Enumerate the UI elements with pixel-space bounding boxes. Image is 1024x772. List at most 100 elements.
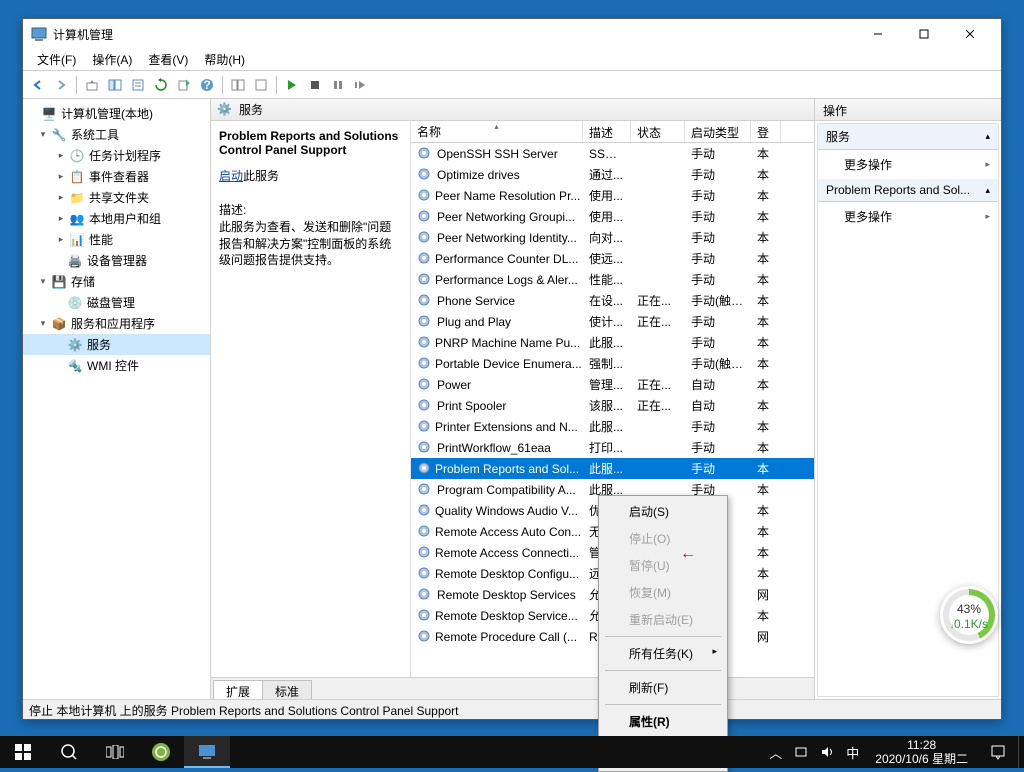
- ctx-start[interactable]: 启动(S): [601, 498, 725, 525]
- back-button[interactable]: [27, 74, 49, 96]
- chevron-right-icon: ▸: [985, 159, 990, 170]
- action-more-1[interactable]: 更多操作▸: [818, 150, 998, 179]
- ctx-alltasks[interactable]: 所有任务(K)▸: [601, 640, 725, 667]
- col-state[interactable]: 状态: [631, 121, 685, 142]
- service-row[interactable]: Problem Reports and Sol...此服...手动本: [411, 458, 814, 479]
- service-row[interactable]: Print Spooler该服...正在...自动本: [411, 395, 814, 416]
- taskbar-clock[interactable]: 11:28 2020/10/6 星期二: [865, 738, 978, 767]
- tray-chevron-up-icon[interactable]: ︿: [763, 736, 788, 768]
- show-desktop-button[interactable]: [1018, 736, 1024, 768]
- tree-performance[interactable]: ▸📊性能: [23, 229, 210, 250]
- action-more-2[interactable]: 更多操作▸: [818, 202, 998, 231]
- forward-button[interactable]: [50, 74, 72, 96]
- action-center-button[interactable]: [978, 736, 1018, 768]
- tray-volume-icon[interactable]: [814, 736, 840, 768]
- show-hide-tree-button[interactable]: [104, 74, 126, 96]
- col-name[interactable]: 名称▴: [411, 121, 583, 142]
- collapse-icon[interactable]: ▾: [37, 318, 49, 330]
- tree-root[interactable]: 🖥️计算机管理(本地): [23, 103, 210, 124]
- refresh-button[interactable]: [150, 74, 172, 96]
- service-row[interactable]: Phone Service在设...正在...手动(触发...本: [411, 290, 814, 311]
- service-row[interactable]: Peer Networking Groupi...使用...手动本: [411, 206, 814, 227]
- start-button[interactable]: [0, 736, 46, 768]
- collapse-icon[interactable]: ▾: [37, 129, 49, 141]
- service-row[interactable]: PNRP Machine Name Pu...此服...手动本: [411, 332, 814, 353]
- service-row[interactable]: OpenSSH SSH ServerSSH ...手动本: [411, 143, 814, 164]
- tree-shared-folders[interactable]: ▸📁共享文件夹: [23, 187, 210, 208]
- menu-help[interactable]: 帮助(H): [196, 49, 253, 70]
- action-group-selected[interactable]: Problem Reports and Sol...▴: [818, 179, 998, 202]
- ctx-properties[interactable]: 属性(R): [601, 708, 725, 735]
- service-row[interactable]: Peer Name Resolution Pr...使用...手动本: [411, 185, 814, 206]
- ctx-refresh[interactable]: 刷新(F): [601, 674, 725, 701]
- context-menu: 启动(S) 停止(O) 暂停(U) 恢复(M) 重新启动(E) 所有任务(K)▸…: [598, 495, 728, 772]
- menu-action[interactable]: 操作(A): [84, 49, 140, 70]
- system-tray: ︿ 中 11:28 2020/10/6 星期二: [763, 736, 1024, 768]
- search-button[interactable]: [46, 736, 92, 768]
- task-mmc[interactable]: [184, 736, 230, 768]
- view-standard-button[interactable]: [250, 74, 272, 96]
- close-button[interactable]: [947, 19, 993, 49]
- tray-ime[interactable]: 中: [840, 736, 865, 768]
- gear-icon: [417, 167, 433, 183]
- col-logon[interactable]: 登: [751, 121, 781, 142]
- gear-icon: [417, 545, 431, 561]
- start-service-button[interactable]: [281, 74, 303, 96]
- service-row[interactable]: PrintWorkflow_61eaa打印...手动本: [411, 437, 814, 458]
- restart-service-button[interactable]: [350, 74, 372, 96]
- expand-icon[interactable]: ▸: [55, 234, 67, 246]
- export-button[interactable]: [173, 74, 195, 96]
- menu-view[interactable]: 查看(V): [140, 49, 196, 70]
- tab-extended[interactable]: 扩展: [213, 680, 263, 699]
- pause-service-button[interactable]: [327, 74, 349, 96]
- help-button[interactable]: ?: [196, 74, 218, 96]
- tree-disk-mgmt[interactable]: 💿磁盘管理: [23, 292, 210, 313]
- tree-system-tools[interactable]: ▾🔧系统工具: [23, 124, 210, 145]
- service-row[interactable]: Power管理...正在...自动本: [411, 374, 814, 395]
- col-desc[interactable]: 描述: [583, 121, 631, 142]
- tab-standard[interactable]: 标准: [262, 680, 312, 699]
- tree-panel[interactable]: 🖥️计算机管理(本地) ▾🔧系统工具 ▸🕒任务计划程序 ▸📋事件查看器 ▸📁共享…: [23, 99, 211, 699]
- event-icon: 📋: [69, 169, 85, 185]
- tray-network-icon[interactable]: [788, 736, 814, 768]
- expand-icon[interactable]: ▸: [55, 213, 67, 225]
- tree-event-viewer[interactable]: ▸📋事件查看器: [23, 166, 210, 187]
- up-button[interactable]: [81, 74, 103, 96]
- service-row[interactable]: Portable Device Enumera...强制...手动(触发...本: [411, 353, 814, 374]
- tree-storage[interactable]: ▾💾存储: [23, 271, 210, 292]
- tree-wmi[interactable]: 🔩WMI 控件: [23, 355, 210, 376]
- minimize-button[interactable]: [855, 19, 901, 49]
- maximize-button[interactable]: [901, 19, 947, 49]
- toolbar: ?: [23, 71, 1001, 99]
- service-row[interactable]: Peer Networking Identity...向对...手动本: [411, 227, 814, 248]
- action-group-services[interactable]: 服务▴: [818, 124, 998, 150]
- service-row[interactable]: Performance Logs & Aler...性能...手动本: [411, 269, 814, 290]
- service-row[interactable]: Performance Counter DL...使远...手动本: [411, 248, 814, 269]
- tree-svc-apps[interactable]: ▾📦服务和应用程序: [23, 313, 210, 334]
- expand-icon[interactable]: ▸: [55, 150, 67, 162]
- tree-local-users[interactable]: ▸👥本地用户和组: [23, 208, 210, 229]
- col-startup[interactable]: 启动类型: [685, 121, 751, 142]
- desc-text: 此服务为查看、发送和删除"问题报告和解决方案"控制面板的系统级问题报告提供支持。: [219, 219, 402, 269]
- stop-service-button[interactable]: [304, 74, 326, 96]
- service-row[interactable]: Printer Extensions and N...此服...手动本: [411, 416, 814, 437]
- tree-device-manager[interactable]: 🖨️设备管理器: [23, 250, 210, 271]
- tree-services[interactable]: ⚙️服务: [23, 334, 210, 355]
- expand-icon[interactable]: ▸: [55, 171, 67, 183]
- tree-task-scheduler[interactable]: ▸🕒任务计划程序: [23, 145, 210, 166]
- service-row[interactable]: Plug and Play使计...正在...手动本: [411, 311, 814, 332]
- start-link[interactable]: 启动: [219, 169, 243, 183]
- service-row[interactable]: Optimize drives通过...手动本: [411, 164, 814, 185]
- taskview-button[interactable]: [92, 736, 138, 768]
- expand-icon[interactable]: ▸: [55, 192, 67, 204]
- users-icon: 👥: [69, 211, 85, 227]
- ctx-restart: 重新启动(E): [601, 606, 725, 633]
- properties-button[interactable]: [127, 74, 149, 96]
- menubar: 文件(F) 操作(A) 查看(V) 帮助(H): [23, 49, 1001, 71]
- menu-file[interactable]: 文件(F): [29, 49, 84, 70]
- collapse-icon[interactable]: ▾: [37, 276, 49, 288]
- clock-icon: 🕒: [69, 148, 85, 164]
- view-extended-button[interactable]: [227, 74, 249, 96]
- task-ie[interactable]: [138, 736, 184, 768]
- network-gauge[interactable]: 43% ↓0.1K/s: [940, 586, 998, 644]
